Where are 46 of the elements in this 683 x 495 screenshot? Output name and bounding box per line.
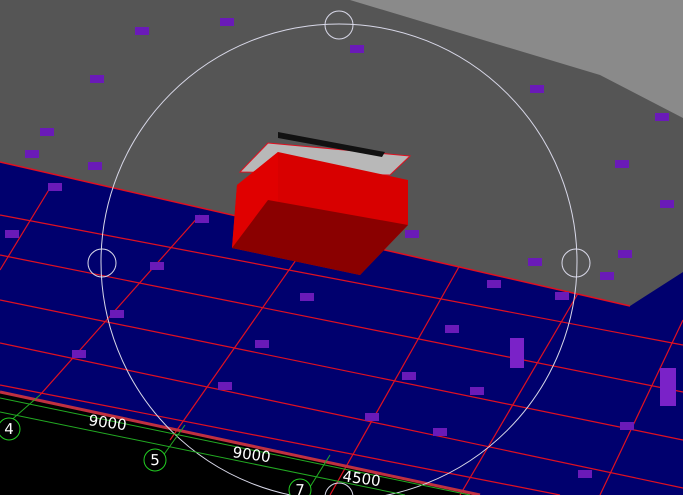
box-drawing[interactable] bbox=[232, 132, 412, 275]
grid-bubble: 7 bbox=[288, 478, 312, 495]
column-marker bbox=[255, 340, 269, 348]
grid-bubble: 5 bbox=[144, 448, 166, 472]
column-marker bbox=[600, 272, 614, 280]
column-marker bbox=[655, 113, 669, 121]
column-marker bbox=[433, 428, 447, 436]
column-marker bbox=[365, 413, 379, 421]
column-marker bbox=[300, 293, 314, 301]
column-marker bbox=[72, 350, 86, 358]
dimension-label: 9000 bbox=[87, 411, 128, 434]
column-marker bbox=[470, 387, 484, 395]
column-marker bbox=[110, 310, 124, 318]
orbit-handle[interactable] bbox=[88, 248, 116, 278]
column-marker bbox=[660, 200, 674, 208]
orbit-handle[interactable] bbox=[324, 10, 354, 40]
column-marker bbox=[195, 215, 209, 223]
column-marker bbox=[445, 325, 459, 333]
grid-bubble: 4 bbox=[0, 418, 20, 440]
orbit-handle[interactable] bbox=[562, 248, 590, 278]
column-marker bbox=[150, 262, 164, 270]
column-marker bbox=[218, 382, 232, 390]
column-marker bbox=[405, 230, 419, 238]
column-post bbox=[510, 338, 524, 368]
column-marker bbox=[48, 183, 62, 191]
column-marker bbox=[40, 128, 54, 136]
dimension-label: 9000 bbox=[231, 443, 272, 466]
column-marker bbox=[528, 258, 542, 266]
column-marker bbox=[350, 45, 364, 53]
column-marker bbox=[135, 27, 149, 35]
dimension-label: 4500 bbox=[341, 467, 382, 490]
column-marker bbox=[487, 280, 501, 288]
column-marker bbox=[530, 85, 544, 93]
column-marker bbox=[90, 75, 104, 83]
column-marker bbox=[5, 230, 19, 238]
column-marker bbox=[25, 150, 39, 158]
column-marker bbox=[402, 372, 416, 380]
column-marker bbox=[578, 470, 592, 478]
column-marker bbox=[618, 250, 632, 258]
column-marker bbox=[88, 162, 102, 170]
column-marker bbox=[615, 160, 629, 168]
column-marker bbox=[220, 18, 234, 26]
model-viewport[interactable]: 4 5 7 9000 9000 4500 bbox=[0, 0, 683, 495]
column-post bbox=[660, 368, 676, 406]
column-marker bbox=[555, 292, 569, 300]
column-marker bbox=[620, 422, 634, 430]
